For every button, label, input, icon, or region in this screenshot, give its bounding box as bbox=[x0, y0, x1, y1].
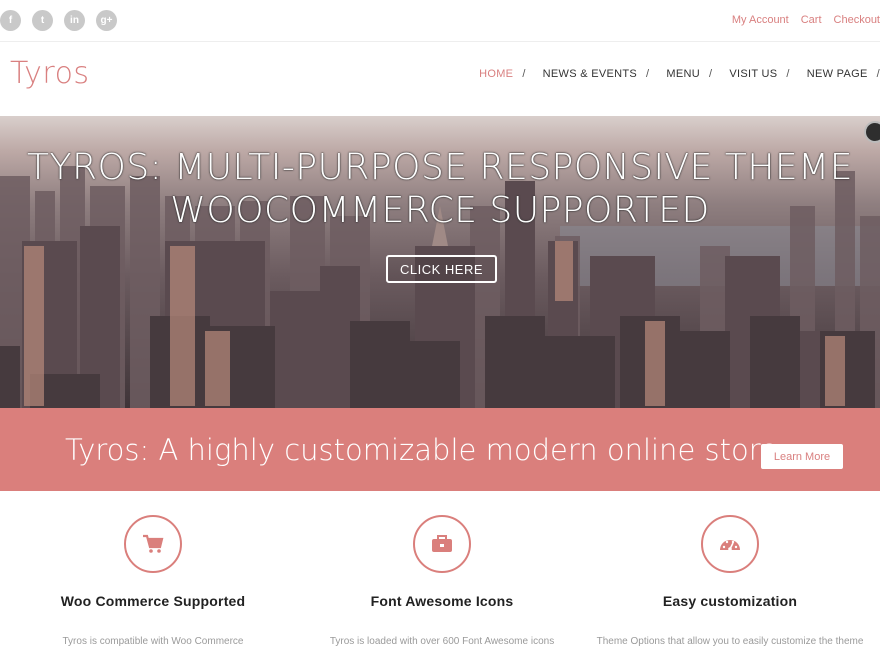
nav-item-label: NEWS & EVENTS bbox=[542, 68, 638, 80]
nav-item-news-events[interactable]: NEWS & EVENTS / bbox=[526, 68, 650, 80]
shopping-cart-icon bbox=[143, 534, 164, 553]
feature-icon-circle bbox=[701, 515, 759, 573]
nav-item-visit-us[interactable]: VISIT US / bbox=[712, 68, 789, 80]
feature-title: Font Awesome Icons bbox=[370, 593, 514, 609]
top-bar: f t in g+ My Account Cart Checkout bbox=[0, 0, 880, 42]
feature-title: Woo Commerce Supported bbox=[60, 593, 246, 609]
feature-description: Theme Options that allow you to easily c… bbox=[596, 636, 864, 647]
feature-description: Tyros is compatible with Woo Commerce bbox=[62, 636, 244, 647]
nav-item-menu[interactable]: MENU / bbox=[649, 68, 712, 80]
slider-control-icon[interactable] bbox=[864, 121, 880, 143]
checkout-link[interactable]: Checkout bbox=[834, 14, 880, 26]
google-plus-icon[interactable]: g+ bbox=[96, 10, 117, 31]
banner-headline: Tyros: A highly customizable modern onli… bbox=[65, 433, 778, 467]
hero-title-line1: TYROS: MULTI-PURPOSE RESPONSIVE THEME bbox=[26, 147, 853, 188]
my-account-link[interactable]: My Account bbox=[732, 14, 789, 26]
nav-item-label: NEW PAGE bbox=[806, 68, 868, 80]
main-nav: HOME / NEWS & EVENTS / MENU / VISIT US /… bbox=[462, 68, 880, 80]
twitter-icon[interactable]: t bbox=[32, 10, 53, 31]
facebook-icon[interactable]: f bbox=[0, 10, 21, 31]
hero-title-line2: WOOCOMMERCE SUPPORTED bbox=[170, 190, 710, 231]
cart-link[interactable]: Cart bbox=[801, 14, 822, 26]
feature-woocommerce: Woo Commerce Supported Tyros is compatib… bbox=[8, 491, 298, 650]
feature-title: Easy customization bbox=[662, 593, 798, 609]
nav-separator: / bbox=[876, 68, 880, 80]
learn-more-button[interactable]: Learn More bbox=[761, 444, 843, 469]
account-links: My Account Cart Checkout bbox=[720, 14, 880, 26]
nav-item-label: HOME bbox=[479, 68, 514, 80]
social-links: f t in g+ bbox=[0, 10, 128, 31]
site-header: Tyros HOME / NEWS & EVENTS / MENU / VISI… bbox=[0, 42, 880, 116]
briefcase-icon bbox=[432, 535, 452, 552]
feature-icon-circle bbox=[124, 515, 182, 573]
features-section: Woo Commerce Supported Tyros is compatib… bbox=[0, 491, 880, 660]
promo-banner: Tyros: A highly customizable modern onli… bbox=[0, 408, 880, 491]
nav-item-label: VISIT US bbox=[729, 68, 778, 80]
nav-item-home[interactable]: HOME / bbox=[462, 68, 526, 80]
hero-title: TYROS: MULTI-PURPOSE RESPONSIVE THEME WO… bbox=[0, 146, 880, 232]
nav-item-new-page[interactable]: NEW PAGE / bbox=[790, 68, 880, 80]
hero-slider: TYROS: MULTI-PURPOSE RESPONSIVE THEME WO… bbox=[0, 116, 880, 408]
linkedin-icon[interactable]: in bbox=[64, 10, 85, 31]
feature-description: Tyros is loaded with over 600 Font Aweso… bbox=[329, 636, 555, 647]
feature-customization: Easy customization Theme Options that al… bbox=[585, 491, 875, 650]
feature-icon-circle bbox=[413, 515, 471, 573]
click-here-button[interactable]: CLICK HERE bbox=[386, 255, 497, 283]
site-logo[interactable]: Tyros bbox=[10, 56, 90, 91]
dashboard-icon bbox=[720, 540, 740, 551]
feature-font-awesome: Font Awesome Icons Tyros is loaded with … bbox=[297, 491, 587, 650]
nav-item-label: MENU bbox=[666, 68, 700, 80]
